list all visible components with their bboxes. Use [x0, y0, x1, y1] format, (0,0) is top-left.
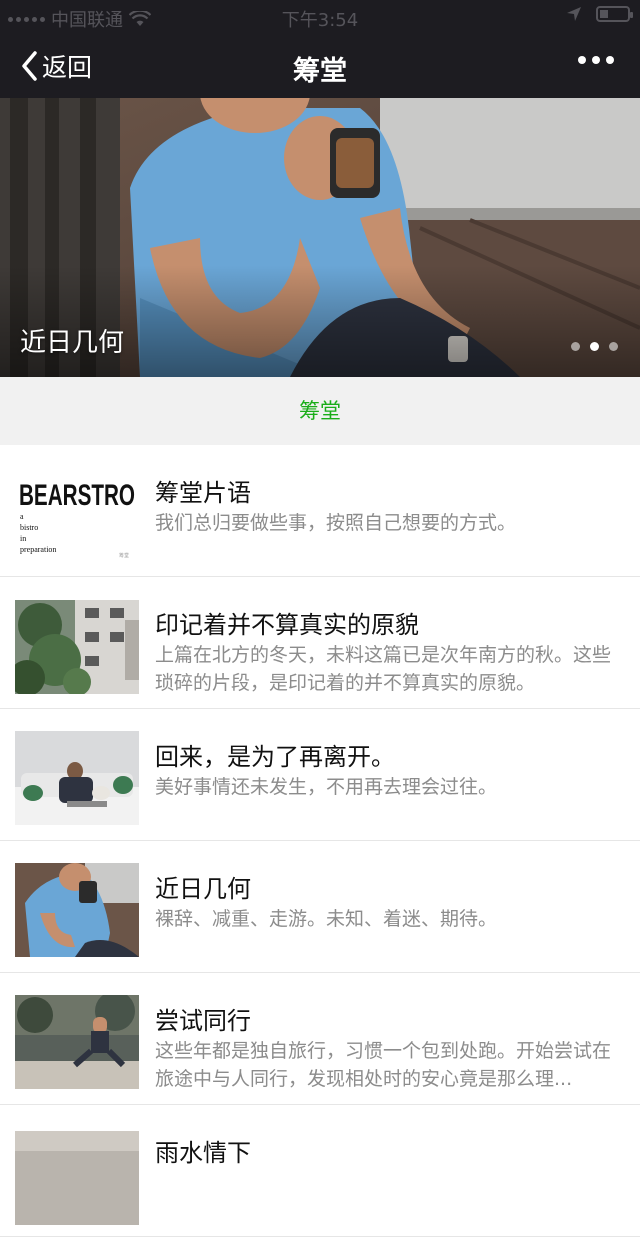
- back-button[interactable]: 返回: [20, 48, 92, 84]
- article-title: 回来，是为了再离开。: [155, 743, 395, 771]
- article-title: 近日几何: [155, 875, 251, 903]
- pager-dot[interactable]: [609, 342, 618, 351]
- article-thumbnail: [15, 995, 139, 1089]
- svg-text:preparation: preparation: [20, 545, 56, 554]
- list-item[interactable]: 雨水情下: [0, 1105, 640, 1237]
- pager-dot[interactable]: [571, 342, 580, 351]
- article-desc: 这些年都是独自旅行，习惯一个包到处跑。开始尝试在旅途中与人同行，发现相处时的安心…: [155, 1040, 612, 1090]
- svg-text:BEARSTRO: BEARSTRO: [19, 479, 135, 512]
- list-item[interactable]: BEARSTRO a bistro in preparation 筹堂 筹堂片语…: [0, 445, 640, 577]
- carousel-pager[interactable]: [571, 342, 618, 351]
- list-item[interactable]: 尝试同行 这些年都是独自旅行，习惯一个包到处跑。开始尝试在旅途中与人同行，发现相…: [0, 973, 640, 1105]
- pager-dot-active[interactable]: [590, 342, 599, 351]
- svg-text:in: in: [20, 534, 26, 543]
- battery-icon: [596, 6, 633, 22]
- back-label: 返回: [42, 53, 93, 82]
- svg-text:bistro: bistro: [20, 523, 38, 532]
- article-title: 印记着并不算真实的原貌: [155, 611, 419, 639]
- banner-caption: 近日几何: [20, 328, 125, 358]
- article-desc: 美好事情还未发生，不用再去理会过往。: [155, 776, 498, 798]
- more-button[interactable]: [578, 56, 614, 64]
- more-dot-icon: [592, 56, 600, 64]
- chevron-left-icon: [22, 51, 37, 81]
- banner-carousel[interactable]: 近日几何: [0, 98, 640, 377]
- article-thumbnail: BEARSTRO a bistro in preparation 筹堂: [15, 473, 139, 567]
- article-list: BEARSTRO a bistro in preparation 筹堂 筹堂片语…: [0, 445, 640, 1237]
- bearstro-logo: BEARSTRO a bistro in preparation 筹堂: [19, 479, 135, 559]
- status-time: 下午3:54: [281, 10, 359, 31]
- list-item[interactable]: 印记着并不算真实的原貌 上篇在北方的冬天，未料这篇已是次年南方的秋。这些琐碎的片…: [0, 577, 640, 709]
- nav-bar: 返回 筹堂: [0, 34, 640, 98]
- more-dot-icon: [606, 56, 614, 64]
- status-right: [566, 6, 633, 22]
- svg-text:筹堂: 筹堂: [119, 552, 129, 559]
- article-title: 雨水情下: [155, 1139, 251, 1167]
- svg-text:a: a: [20, 512, 24, 521]
- article-thumbnail: [15, 731, 139, 825]
- article-title: 尝试同行: [155, 1007, 251, 1035]
- more-dot-icon: [578, 56, 586, 64]
- article-title: 筹堂片语: [155, 479, 251, 507]
- article-thumbnail: [15, 600, 139, 694]
- location-arrow-icon: [567, 7, 581, 21]
- list-item[interactable]: 回来，是为了再离开。 美好事情还未发生，不用再去理会过往。: [0, 709, 640, 841]
- article-thumbnail: [15, 1131, 139, 1225]
- article-desc: 上篇在北方的冬天，未料这篇已是次年南方的秋。这些琐碎的片段，是印记着的并不算真实…: [155, 644, 612, 694]
- article-thumbnail: [15, 863, 139, 957]
- section-header: 筹堂: [0, 377, 640, 445]
- article-desc: 裸辞、减重、走游。未知、着迷、期待。: [155, 908, 498, 930]
- page-title: 筹堂: [293, 56, 347, 87]
- list-item[interactable]: 近日几何 裸辞、减重、走游。未知、着迷、期待。: [0, 841, 640, 973]
- article-desc: 我们总归要做些事，按照自己想要的方式。: [155, 512, 517, 534]
- status-bar: 中国联通 下午3:54: [0, 0, 640, 34]
